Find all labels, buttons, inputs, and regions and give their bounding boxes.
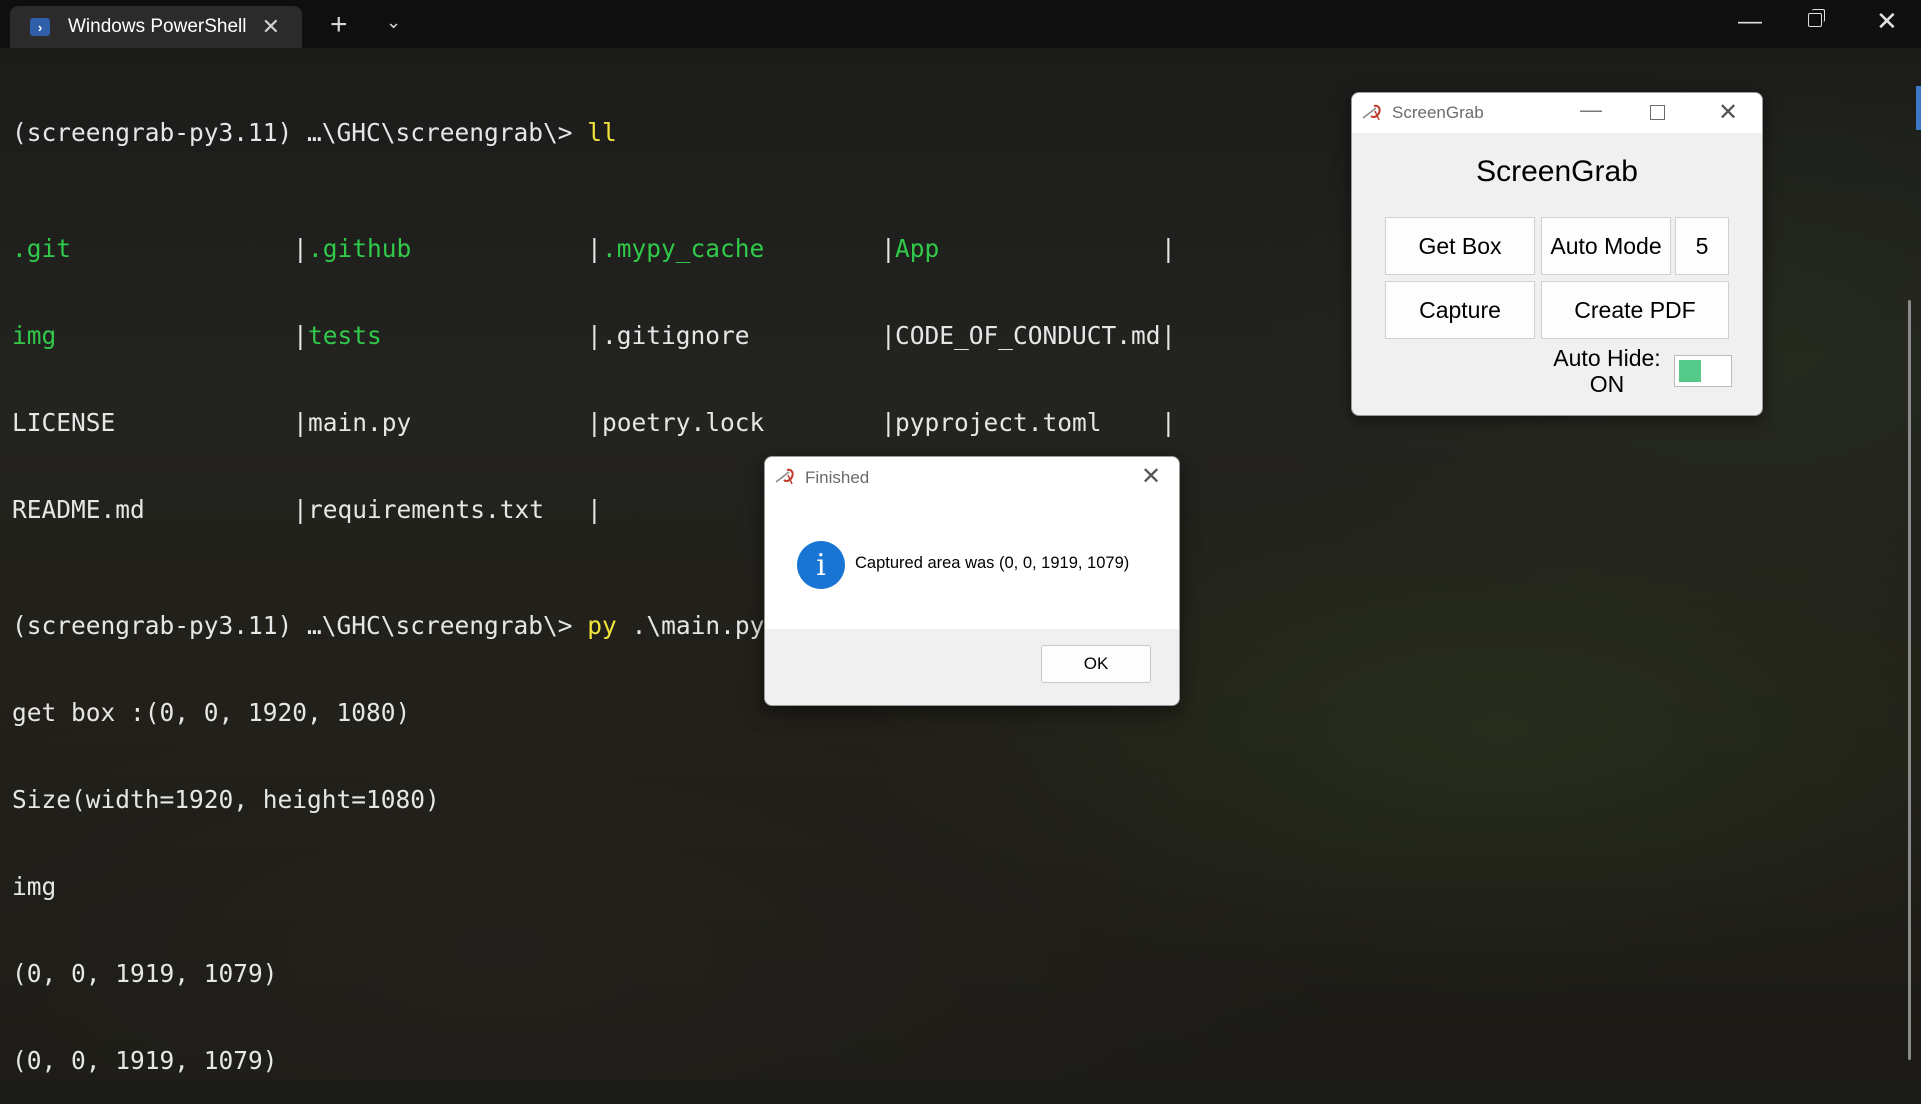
feather-icon	[775, 468, 794, 485]
finished-dialog: Finished ✕ i Captured area was (0, 0, 19…	[764, 456, 1180, 706]
separator: |	[881, 408, 896, 437]
output-line: (0, 0, 1919, 1079)	[12, 1046, 278, 1075]
feather-icon	[1362, 104, 1381, 121]
screengrab-window: ScreenGrab — ✕ ScreenGrab Get Box Auto M…	[1351, 92, 1763, 416]
output-line: get box :(0, 0, 1920, 1080)	[12, 698, 411, 727]
ls-entry: poetry.lock	[602, 408, 765, 437]
tab-title: Windows PowerShell	[68, 16, 247, 37]
ls-entry: .gitignore	[602, 321, 750, 350]
scrollbar[interactable]	[1908, 300, 1911, 1060]
separator: |	[587, 495, 602, 524]
close-button[interactable]: ✕	[1718, 98, 1738, 127]
separator: |	[881, 321, 896, 350]
command-arg: .\main.py	[631, 611, 765, 640]
tab-close-icon[interactable]: ✕	[262, 16, 280, 38]
info-icon: i	[797, 541, 845, 589]
dialog-caption: Finished	[805, 468, 870, 487]
ls-entry: img	[12, 321, 57, 350]
maximize-button[interactable]	[1650, 105, 1665, 120]
separator: |	[1161, 408, 1176, 437]
ls-row: img | tests | .gitignore | CODE_OF_CONDU…	[12, 321, 1176, 350]
ls-entry: requirements.txt	[308, 495, 545, 524]
capture-button[interactable]: Capture	[1385, 281, 1535, 339]
terminal-output[interactable]: (screengrab-py3.11) …\GHC\screengrab\> l…	[12, 60, 1176, 1104]
get-box-button[interactable]: Get Box	[1385, 217, 1535, 275]
auto-hide-state: ON	[1589, 371, 1625, 397]
interval-input[interactable]: 5	[1675, 217, 1729, 275]
ok-button[interactable]: OK	[1041, 645, 1151, 683]
window-caption: ScreenGrab	[1392, 103, 1484, 122]
command: ll	[587, 118, 617, 147]
terminal-titlebar: › Windows PowerShell ✕ + ⌄ — ✕	[0, 0, 1921, 48]
prompt: (screengrab-py3.11) …\GHC\screengrab\>	[12, 611, 573, 640]
ls-entry: LICENSE	[12, 408, 116, 437]
output-line: (0, 0, 1919, 1079)	[12, 959, 278, 988]
command: py	[587, 611, 617, 640]
tab-powershell[interactable]: › Windows PowerShell ✕	[10, 6, 302, 48]
close-button[interactable]: ✕	[1141, 462, 1161, 491]
auto-hide-toggle[interactable]	[1674, 355, 1732, 387]
ls-entry: tests	[308, 321, 382, 350]
ls-entry: CODE_OF_CONDUCT.md	[895, 321, 1161, 350]
minimize-button[interactable]: —	[1738, 8, 1762, 36]
separator: |	[587, 408, 602, 437]
prompt-line: (screengrab-py3.11) …\GHC\screengrab\> l…	[12, 118, 764, 147]
new-tab-button[interactable]: +	[330, 8, 348, 42]
restore-button[interactable]	[1808, 9, 1825, 27]
auto-hide-label: Auto Hide: ON	[1532, 345, 1682, 397]
ls-entry: App	[895, 234, 940, 263]
ls-entry: README.md	[12, 495, 145, 524]
create-pdf-button[interactable]: Create PDF	[1541, 281, 1729, 339]
ls-row: LICENSE | main.py | poetry.lock | pyproj…	[12, 408, 1176, 437]
ls-entry: main.py	[308, 408, 412, 437]
ls-entry: .git	[12, 234, 72, 263]
dialog-message: Captured area was (0, 0, 1919, 1079)	[855, 554, 1130, 572]
prompt: (screengrab-py3.11) …\GHC\screengrab\>	[12, 118, 573, 147]
separator: |	[587, 234, 602, 263]
auto-hide-text: Auto Hide:	[1553, 345, 1661, 371]
ls-entry: pyproject.toml	[895, 408, 1102, 437]
separator: |	[1161, 321, 1176, 350]
ls-row: .git | .github | .mypy_cache | App |	[12, 234, 1176, 263]
prompt-line: (screengrab-py3.11) …\GHC\screengrab\> p…	[12, 611, 764, 640]
separator: |	[293, 234, 308, 263]
separator: |	[587, 321, 602, 350]
app-heading: ScreenGrab	[1476, 155, 1638, 188]
output-line: img	[12, 872, 57, 901]
separator: |	[293, 408, 308, 437]
ls-row: README.md | requirements.txt |	[12, 495, 764, 524]
ls-entry: .github	[308, 234, 412, 263]
ls-entry: .mypy_cache	[602, 234, 765, 263]
minimize-button[interactable]: —	[1580, 97, 1602, 123]
toggle-knob	[1679, 360, 1701, 382]
auto-mode-button[interactable]: Auto Mode	[1541, 217, 1671, 275]
powershell-icon: ›	[30, 18, 50, 36]
chevron-down-icon[interactable]: ⌄	[386, 12, 401, 33]
separator: |	[293, 321, 308, 350]
scroll-indicator	[1916, 86, 1921, 130]
separator: |	[881, 234, 896, 263]
dialog-titlebar: Finished ✕	[765, 457, 1179, 497]
separator: |	[1161, 234, 1176, 263]
separator: |	[293, 495, 308, 524]
output-line: Size(width=1920, height=1080)	[12, 785, 440, 814]
close-button[interactable]: ✕	[1876, 6, 1898, 37]
screengrab-titlebar: ScreenGrab — ✕	[1352, 93, 1762, 133]
